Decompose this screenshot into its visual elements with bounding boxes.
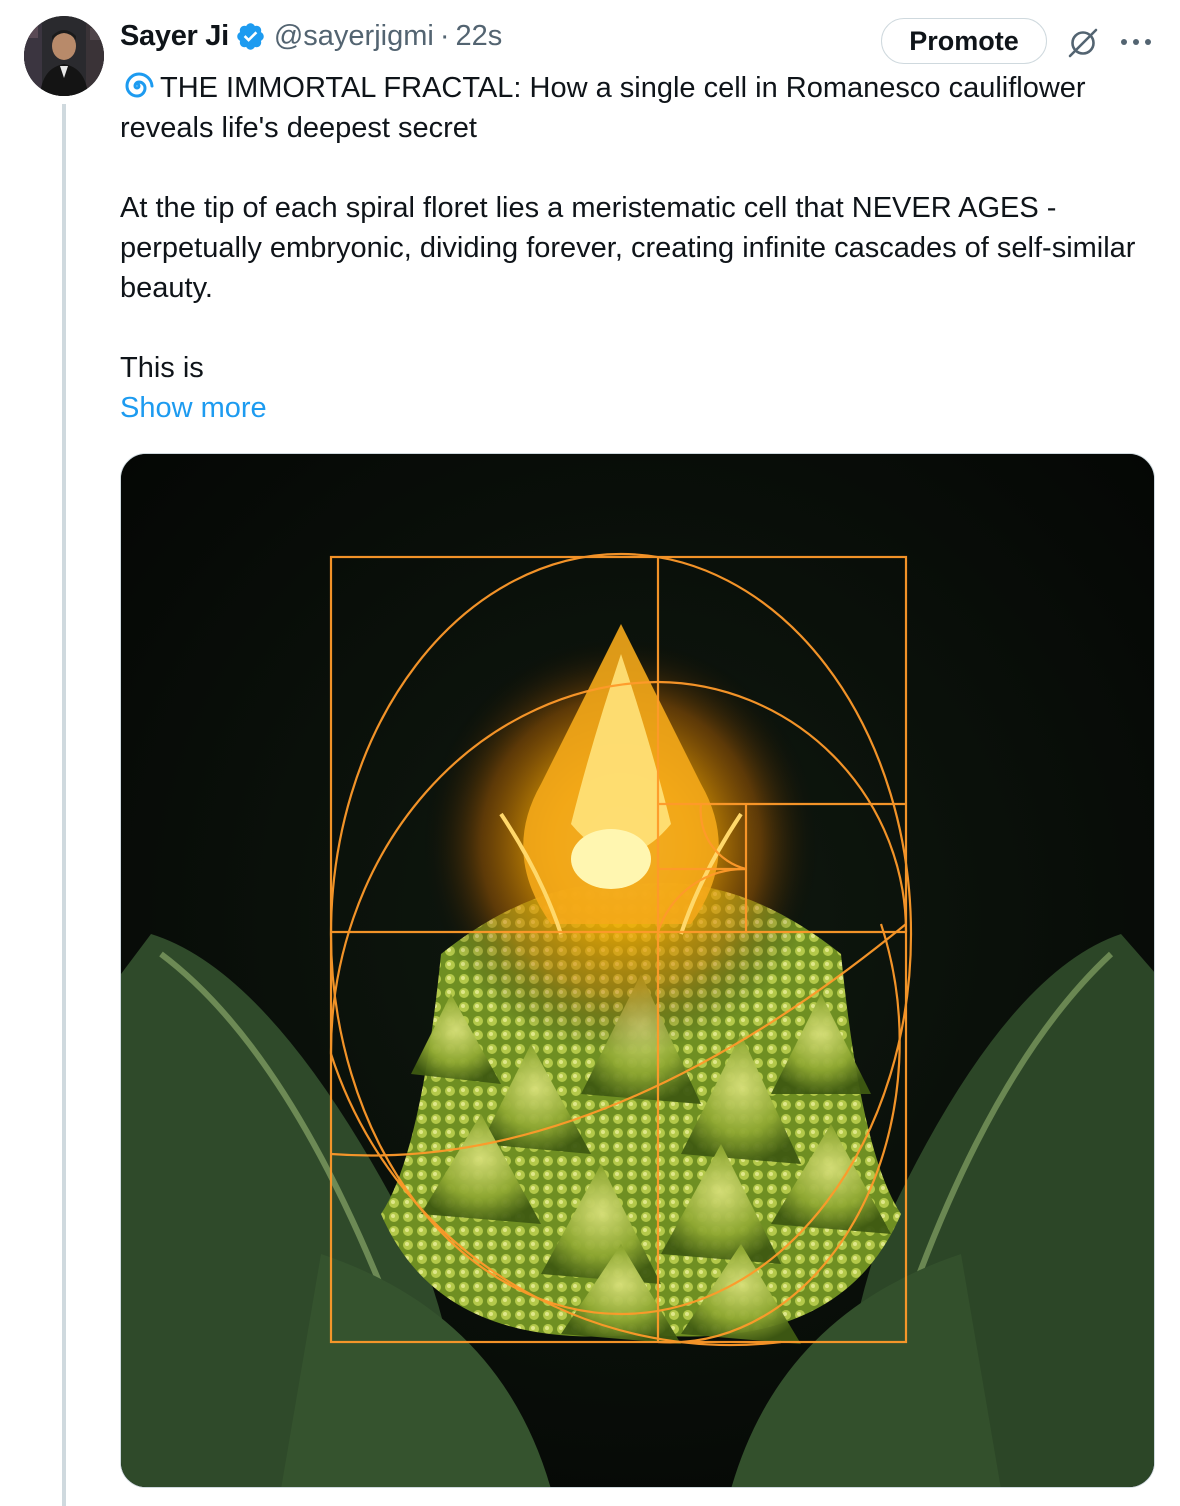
tweet-header: Sayer Ji @sayerjigmi · 22s: [120, 16, 502, 56]
spiral-emoji-icon: [120, 69, 154, 103]
tweet-headline: THE IMMORTAL FRACTAL: How a single cell …: [120, 72, 1086, 144]
verified-badge-icon: [235, 21, 266, 52]
tweet-paragraph-2: At the tip of each spiral floret lies a …: [120, 192, 1136, 304]
show-more-link[interactable]: Show more: [120, 388, 267, 428]
more-icon[interactable]: [1116, 30, 1156, 54]
grok-icon[interactable]: [1066, 26, 1100, 60]
tweet-paragraph-1: THE IMMORTAL FRACTAL: How a single cell …: [120, 68, 1150, 148]
tweet-paragraph-3: This is: [120, 352, 204, 384]
timestamp[interactable]: 22s: [456, 20, 503, 53]
display-name[interactable]: Sayer Ji: [120, 20, 229, 53]
tweet-media-image[interactable]: [120, 453, 1155, 1488]
avatar[interactable]: [24, 16, 104, 96]
separator-dot: ·: [439, 19, 450, 52]
author-handle[interactable]: @sayerjigmi: [274, 20, 434, 53]
promote-button[interactable]: Promote: [881, 18, 1047, 64]
tweet-text: THE IMMORTAL FRACTAL: How a single cell …: [120, 68, 1150, 388]
thread-line: [62, 104, 66, 1506]
romanesco-golden-spiral-image: [121, 454, 1154, 1487]
